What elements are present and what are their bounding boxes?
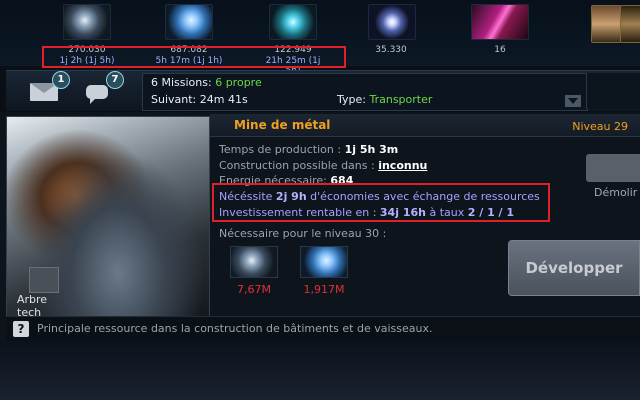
techtree-icon: [29, 267, 59, 293]
demolish-icon: [586, 154, 640, 182]
metal-icon: [230, 246, 278, 278]
officer-portrait-icon[interactable]: [591, 5, 621, 43]
building-title: Mine de métal: [234, 118, 331, 132]
fleet-missions[interactable]: 6 Missions: 6 propre Suivant: 24m 41s Ty…: [142, 73, 588, 111]
production-time: Temps de production : 1j 5h 3m: [219, 142, 398, 158]
highlight-box: [42, 46, 346, 68]
energy-icon: [368, 4, 416, 40]
lower-background: [0, 342, 640, 400]
techtree-button[interactable]: Arbre tech: [15, 267, 73, 319]
production-time-value: 1j 5h 3m: [344, 143, 399, 156]
construction-possible: Construction possible dans : inconnu: [219, 158, 427, 174]
production-time-label: Temps de production :: [219, 143, 342, 156]
crystal-icon: [300, 246, 348, 278]
building-description: Principale ressource dans la constructio…: [37, 322, 433, 335]
cost-metal: 7,67M: [224, 246, 284, 296]
cost-metal-value: 7,67M: [237, 283, 271, 296]
missions-label: 6 Missions:: [151, 76, 212, 89]
chat-bubble-icon: [86, 85, 108, 104]
help-icon[interactable]: ?: [13, 321, 29, 337]
type-value: Transporter: [369, 93, 433, 106]
resource-energy[interactable]: 35.330: [368, 4, 416, 56]
crystal-icon: [165, 4, 213, 40]
building-detail: Arbre tech Mine de métal Niveau 29 Temps…: [0, 112, 640, 400]
cost-crystal-value: 1,917M: [303, 283, 345, 296]
mission-type: Type: Transporter: [337, 92, 432, 108]
darkmatter-icon: [471, 4, 529, 40]
cost-crystal: 1,917M: [294, 246, 354, 296]
next-level-label: Nécessaire pour le niveau 30 :: [219, 227, 387, 240]
develop-button[interactable]: Développer: [508, 240, 640, 296]
resource-bar: 270.030 1j 2h (1j 5h) 687.082 5h 17m (1j…: [0, 0, 640, 76]
possible-label: Construction possible dans :: [219, 159, 375, 172]
missions-summary: 6 Missions: 6 propre: [151, 75, 262, 91]
officer-portrait-icon[interactable]: [620, 5, 640, 43]
mission-bar: 1 7 6 Missions: 6 propre Suivant: 24m 41…: [6, 70, 640, 111]
chat-button[interactable]: 7: [84, 71, 124, 104]
possible-value: inconnu: [378, 159, 428, 172]
description-bar: ? Principale ressource dans la construct…: [6, 316, 640, 341]
next-time: 24m 41s: [199, 93, 248, 106]
messages-button[interactable]: 1: [30, 71, 70, 101]
highlight-box: [212, 183, 550, 222]
chat-badge: 7: [106, 71, 124, 89]
chevron-down-icon[interactable]: [565, 95, 581, 107]
darkmatter-amount: 16: [494, 45, 506, 55]
building-image: Arbre tech: [6, 116, 210, 319]
resource-darkmatter[interactable]: 16: [470, 4, 530, 56]
side-panel: [586, 73, 640, 109]
energy-amount: 35.330: [375, 45, 407, 55]
messages-badge: 1: [52, 71, 70, 89]
building-header: Mine de métal Niveau 29: [210, 114, 640, 137]
building-level: Niveau 29: [572, 120, 628, 133]
next-mission: Suivant: 24m 41s: [151, 92, 248, 108]
next-label: Suivant:: [151, 93, 197, 106]
type-label: Type:: [337, 93, 366, 106]
deuterium-icon: [269, 4, 317, 40]
demolish-label: Démolir: [594, 186, 638, 199]
metal-icon: [63, 4, 111, 40]
missions-own: 6 propre: [215, 76, 262, 89]
demolish-button[interactable]: Démolir: [586, 154, 640, 199]
